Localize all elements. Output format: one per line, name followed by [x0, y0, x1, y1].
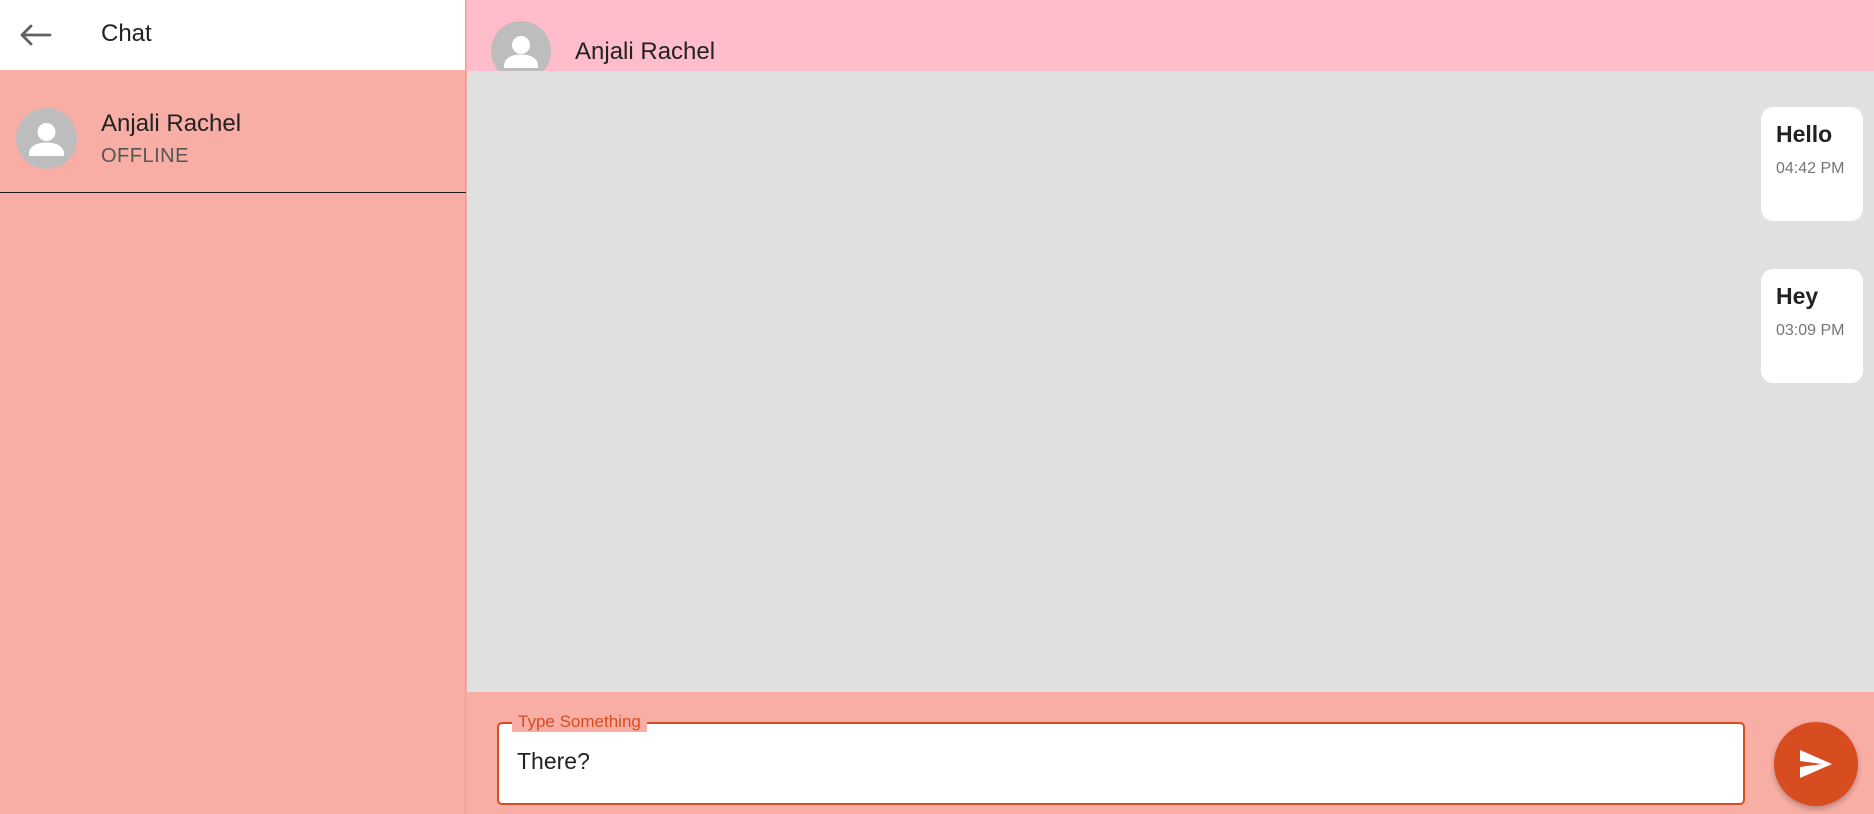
avatar [16, 108, 77, 169]
sidebar-header: Chat [0, 0, 465, 70]
contact-status: OFFLINE [101, 145, 189, 167]
sidebar-title: Chat [101, 20, 152, 47]
message-time: 04:42 PM [1776, 160, 1845, 177]
message-list: Hello 04:42 PM Hey 03:09 PM [467, 71, 1874, 692]
contact-name: Anjali Rachel [101, 110, 242, 137]
arrow-left-icon [20, 24, 52, 46]
sidebar: Chat Anjali Rachel OFFLINE [0, 0, 466, 814]
message-composer: Type Something [467, 692, 1874, 814]
chat-app: Chat Anjali Rachel OFFLINE Anjali Rachel [0, 0, 1874, 814]
chat-header: Anjali Rachel [467, 0, 1874, 71]
message-bubble: Hey 03:09 PM [1761, 269, 1863, 383]
message-input[interactable] [517, 748, 1717, 775]
avatar [491, 21, 551, 71]
send-button[interactable] [1774, 722, 1858, 806]
person-icon [504, 36, 538, 68]
message-text: Hello [1776, 121, 1833, 147]
send-icon [1800, 750, 1832, 778]
message-time: 03:09 PM [1776, 322, 1845, 339]
message-text: Hey [1776, 283, 1819, 309]
contact-item[interactable]: Anjali Rachel OFFLINE [0, 70, 466, 193]
chat-header-name: Anjali Rachel [575, 38, 716, 65]
message-field[interactable]: Type Something [497, 712, 1745, 805]
back-button[interactable] [14, 14, 56, 56]
chat-pane: Anjali Rachel Hello 04:42 PM Hey 03:09 P… [467, 0, 1874, 814]
person-icon [29, 123, 64, 156]
message-field-label: Type Something [512, 712, 647, 732]
message-bubble: Hello 04:42 PM [1761, 107, 1863, 221]
